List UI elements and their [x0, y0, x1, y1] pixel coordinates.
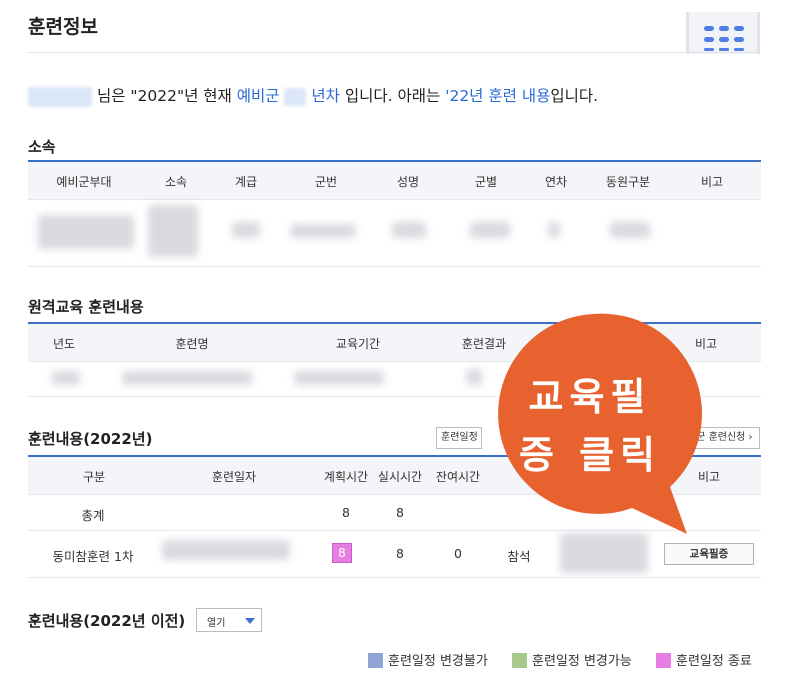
col-year: 년도 — [52, 337, 76, 351]
redacted-cell — [548, 222, 560, 238]
col-remaining: 잔여시간 — [435, 470, 481, 484]
callout-text: 교육필 증 클릭 — [500, 368, 680, 484]
col-actual: 실시시간 — [377, 470, 423, 484]
redacted-cell — [470, 222, 510, 238]
legend-swatch-pink — [656, 653, 671, 668]
affiliation-title: 소속 — [28, 138, 56, 156]
total-planned: 8 — [342, 505, 350, 520]
dropdown-value: 열기 — [207, 618, 226, 629]
legend-label: 훈련일정 변경불가 — [388, 654, 488, 669]
col-training-date: 훈련일자 — [211, 470, 257, 484]
legend-swatch-blue — [368, 653, 383, 668]
menu-dot — [734, 37, 744, 42]
redacted-cell — [294, 371, 384, 385]
col-period: 교육기간 — [335, 337, 381, 351]
row1-status: 참석 — [507, 549, 531, 564]
intro-sentence: 님은 "2022"년 현재 예비군 년차 입니다. 아래는 '22년 훈련 내용… — [28, 84, 598, 107]
total-actual: 8 — [396, 505, 404, 520]
redacted-cell — [290, 224, 356, 238]
affiliation-bottom-line — [28, 266, 761, 267]
menu-dot — [719, 37, 729, 42]
col-unit: 예비군부대 — [56, 175, 112, 189]
menu-dot — [719, 26, 729, 31]
redacted-cell — [610, 222, 650, 238]
redacted-cell — [38, 215, 134, 249]
title-divider — [28, 52, 758, 53]
certificate-button[interactable]: 교육필증 — [664, 543, 754, 565]
col-training-name: 훈련명 — [175, 337, 209, 351]
col-years: 연차 — [544, 175, 568, 189]
col-planned: 계획시간 — [323, 470, 369, 484]
redacted-cell — [392, 222, 426, 238]
menu-dot — [704, 48, 714, 51]
intro-text-3: 입니다. — [550, 87, 599, 105]
affiliation-header: 예비군부대 소속 계급 군번 성명 군별 연차 동원구분 비고 — [28, 162, 761, 200]
redacted-training-date — [162, 540, 290, 560]
history-dropdown[interactable]: 열기 — [196, 608, 262, 632]
redacted-cell — [122, 371, 252, 385]
col-service-number: 군번 — [314, 175, 338, 189]
col-branch: 군별 — [474, 175, 498, 189]
redacted-cell — [560, 533, 648, 573]
page-title: 훈련정보 — [28, 16, 98, 38]
legend-item-changeable: 훈련일정 변경가능 — [512, 650, 632, 669]
redacted-cell — [232, 222, 260, 238]
total-label: 총계 — [81, 508, 105, 523]
remote-training-title: 원격교육 훈련내용 — [28, 298, 144, 316]
menu-dot — [704, 37, 714, 42]
legend-label: 훈련일정 종료 — [676, 654, 752, 669]
col-rank: 계급 — [234, 175, 258, 189]
training-content-link[interactable]: '22년 훈련 내용 — [445, 87, 550, 105]
legend-item-ended: 훈련일정 종료 — [656, 650, 752, 669]
redacted-cell — [466, 369, 482, 385]
intro-text-1: 님은 "2022"년 현재 — [96, 87, 237, 105]
col-affiliation: 소속 — [164, 175, 188, 189]
redacted-cell — [148, 205, 198, 257]
redacted-cell — [52, 371, 80, 385]
col-mobilization: 동원구분 — [605, 175, 651, 189]
grid-menu-icon[interactable] — [686, 12, 760, 54]
history-title: 훈련내용(2022년 이전) — [28, 612, 186, 630]
callout-line-1: 교육필 — [528, 375, 652, 419]
legend-label: 훈련일정 변경가능 — [532, 654, 632, 669]
legend-swatch-green — [512, 653, 527, 668]
row1-label: 동미참훈련 1차 — [52, 549, 134, 564]
menu-dot — [734, 48, 744, 51]
menu-dot — [719, 48, 729, 51]
menu-dot — [704, 26, 714, 31]
redacted-year-count — [284, 87, 307, 106]
redacted-user-name — [28, 86, 92, 107]
row1-planned-box: 8 — [332, 543, 352, 563]
intro-text-2: 입니다. 아래는 — [339, 87, 446, 105]
reserve-label: 예비군 — [236, 87, 280, 105]
menu-dot — [734, 26, 744, 31]
col-category: 구분 — [82, 470, 106, 484]
row1-actual: 8 — [396, 546, 404, 561]
caret-down-icon — [245, 618, 255, 624]
row1-remaining: 0 — [454, 546, 462, 561]
col-name: 성명 — [396, 175, 420, 189]
table-bottom-line — [28, 577, 761, 578]
legend-item-locked: 훈련일정 변경불가 — [368, 650, 488, 669]
schedule-button[interactable]: 훈련일정 — [436, 427, 482, 449]
year-count-label: 년차 — [311, 87, 340, 105]
callout-line-2: 증 클릭 — [518, 433, 662, 477]
col-note: 비고 — [700, 175, 724, 189]
training-title: 훈련내용(2022년) — [28, 430, 153, 448]
